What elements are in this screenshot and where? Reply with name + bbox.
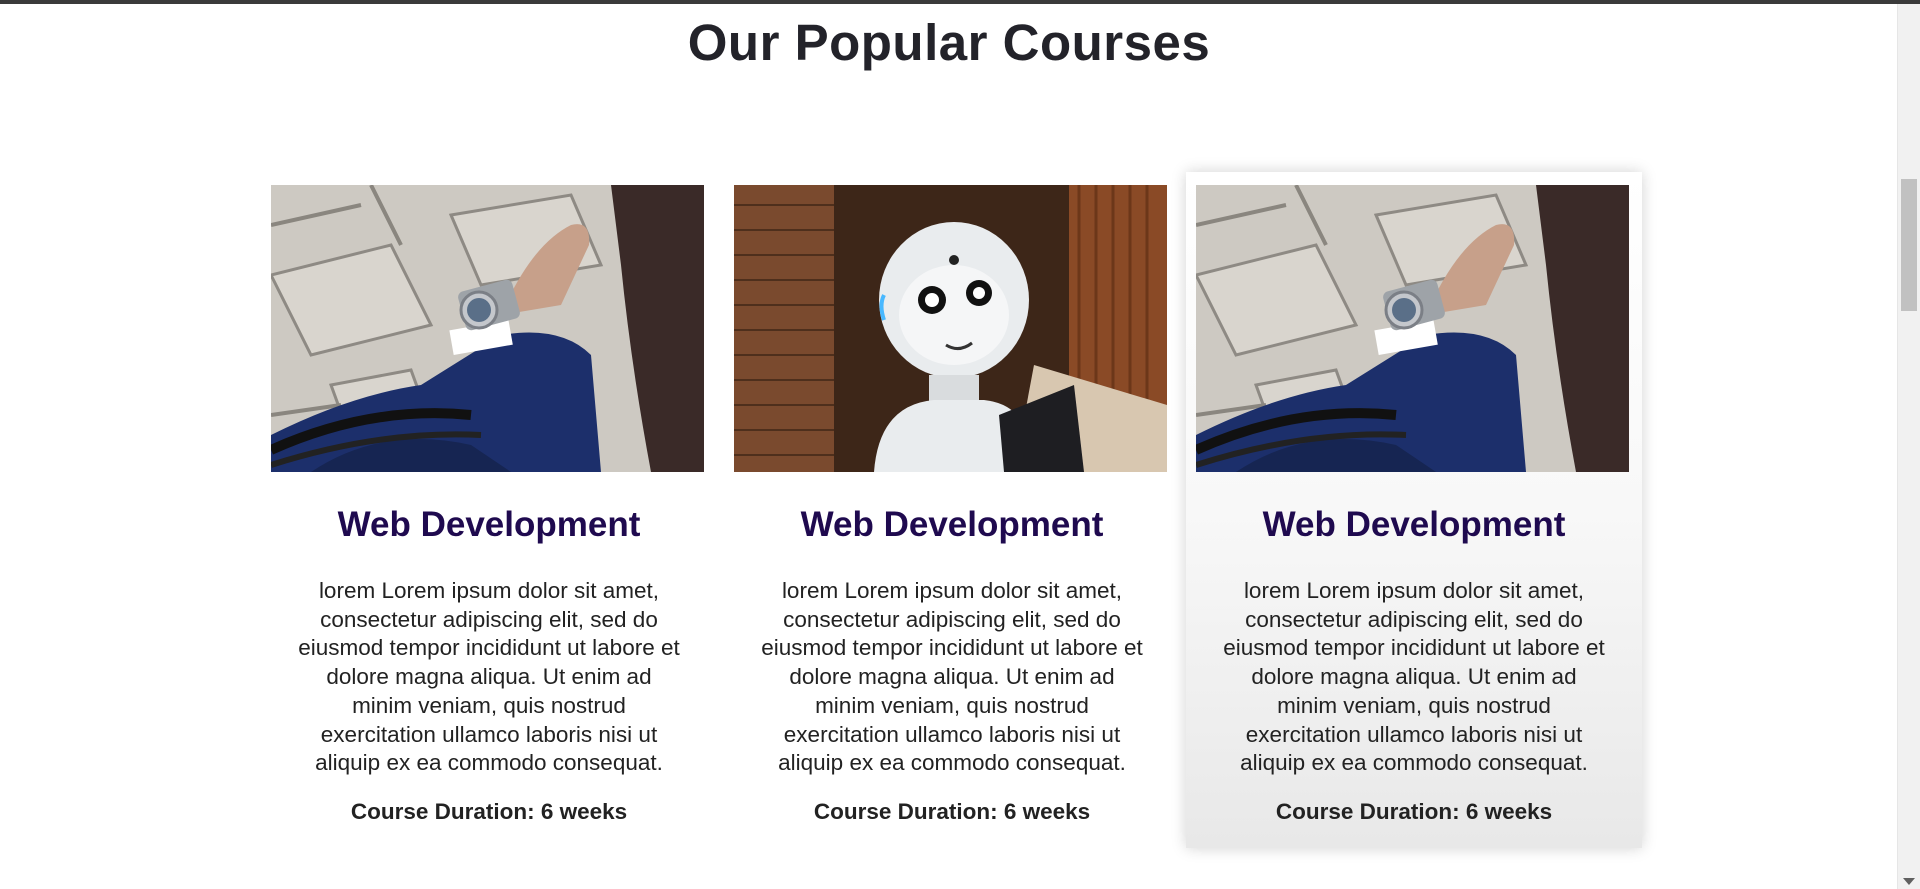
robot-photo-illustration bbox=[734, 185, 1167, 472]
course-title: Web Development bbox=[337, 505, 641, 544]
section-title: Our Popular Courses bbox=[687, 14, 1211, 71]
course-duration: Course Duration: 6 weeks bbox=[813, 799, 1091, 824]
course-image-robot bbox=[734, 185, 1167, 472]
course-title: Web Development bbox=[1262, 505, 1566, 544]
course-duration: Course Duration: 6 weeks bbox=[350, 799, 628, 824]
course-card[interactable]: Web Development lorem Lorem ipsum dolor … bbox=[724, 172, 1180, 848]
window-top-border bbox=[0, 0, 1920, 4]
course-title: Web Development bbox=[800, 505, 1104, 544]
course-description: lorem Lorem ipsum dolor sit amet, consec… bbox=[1223, 578, 1605, 776]
course-card-hovered[interactable]: Web Development lorem Lorem ipsum dolor … bbox=[1186, 172, 1642, 848]
course-description: lorem Lorem ipsum dolor sit amet, consec… bbox=[761, 578, 1143, 776]
wristwatch-photo-illustration bbox=[271, 185, 704, 472]
scroll-down-arrow-icon[interactable] bbox=[1903, 878, 1915, 885]
course-duration: Course Duration: 6 weeks bbox=[1275, 799, 1553, 824]
course-image-wristwatch bbox=[1196, 185, 1629, 472]
course-image-wristwatch bbox=[271, 185, 704, 472]
course-description: lorem Lorem ipsum dolor sit amet, consec… bbox=[298, 578, 680, 776]
wristwatch-photo-illustration bbox=[1196, 185, 1629, 472]
course-card[interactable]: Web Development lorem Lorem ipsum dolor … bbox=[261, 172, 717, 848]
scrollbar-thumb[interactable] bbox=[1901, 179, 1917, 311]
vertical-scrollbar[interactable] bbox=[1897, 4, 1920, 889]
